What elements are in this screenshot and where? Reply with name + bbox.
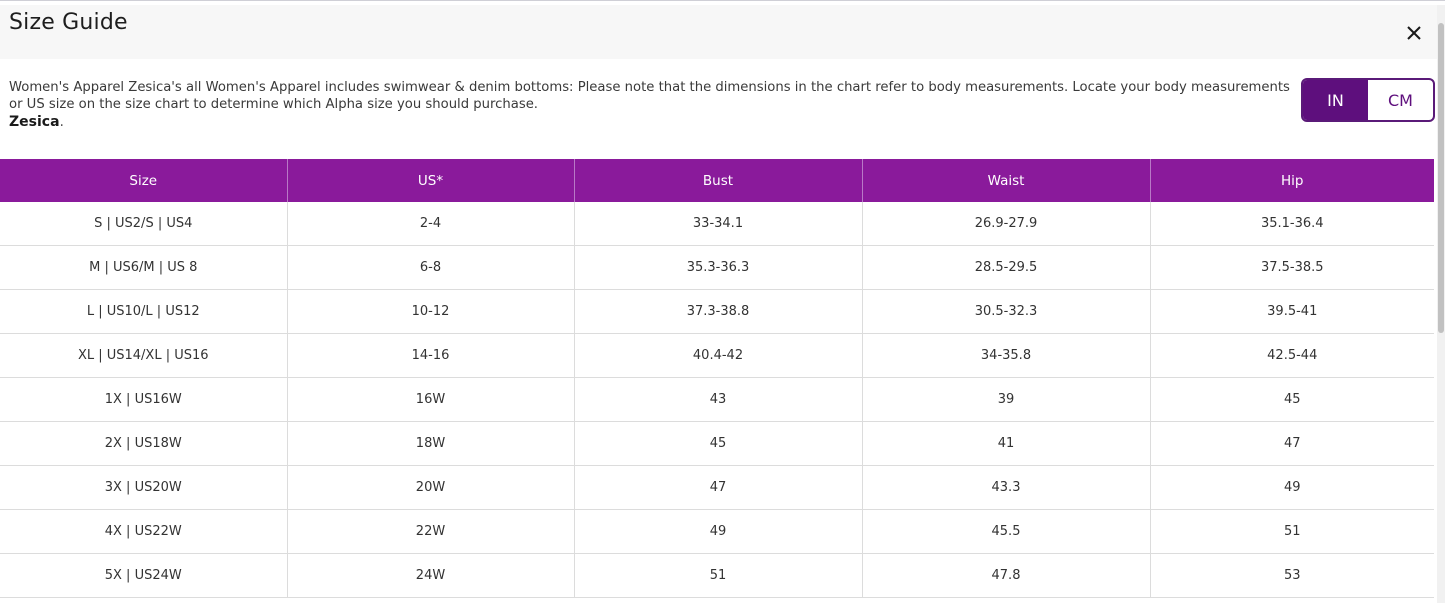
cell-us: 6-8: [287, 245, 575, 290]
cell-bust: 33-34.1: [574, 202, 863, 246]
cell-hip: 51: [1150, 509, 1434, 554]
cell-us: 22W: [287, 509, 575, 554]
modal-title: Size Guide: [9, 10, 128, 35]
table-row: 2X | US18W 18W 45 41 47: [0, 421, 1434, 466]
cell-waist: 28.5-29.5: [862, 245, 1151, 290]
table-header-row: Size US* Bust Waist Hip: [0, 159, 1434, 202]
cell-hip: 42.5-44: [1150, 333, 1434, 378]
modal-header: Size Guide: [0, 5, 1437, 59]
table-row: XL | US14/XL | US16 14-16 40.4-42 34-35.…: [0, 333, 1434, 378]
table-row: S | US2/S | US4 2-4 33-34.1 26.9-27.9 35…: [0, 202, 1434, 246]
cell-us: 2-4: [287, 202, 575, 246]
column-header-bust: Bust: [574, 159, 863, 202]
cell-us: 24W: [287, 553, 575, 598]
column-header-waist: Waist: [862, 159, 1151, 202]
cell-waist: 45.5: [862, 509, 1151, 554]
cell-hip: 35.1-36.4: [1150, 202, 1434, 246]
table-row: M | US6/M | US 8 6-8 35.3-36.3 28.5-29.5…: [0, 245, 1434, 290]
cell-us: 16W: [287, 377, 575, 422]
cell-us: 20W: [287, 465, 575, 510]
cell-waist: 43.3: [862, 465, 1151, 510]
cell-bust: 45: [574, 421, 863, 466]
cell-size: S | US2/S | US4: [0, 202, 288, 246]
cell-size: 1X | US16W: [0, 377, 288, 422]
unit-cm-button[interactable]: CM: [1368, 80, 1433, 120]
size-guide-description: Women's Apparel Zesica's all Women's App…: [9, 80, 1290, 112]
cell-size: 4X | US22W: [0, 509, 288, 554]
cell-hip: 37.5-38.5: [1150, 245, 1434, 290]
cell-size: L | US10/L | US12: [0, 289, 288, 334]
cell-bust: 51: [574, 553, 863, 598]
scrollbar-thumb[interactable]: [1438, 23, 1444, 333]
unit-in-button[interactable]: IN: [1303, 80, 1368, 120]
vertical-scrollbar[interactable]: [1437, 5, 1445, 603]
cell-waist: 41: [862, 421, 1151, 466]
cell-waist: 30.5-32.3: [862, 289, 1151, 334]
brand-label: Zesica: [9, 114, 60, 130]
cell-bust: 43: [574, 377, 863, 422]
cell-bust: 49: [574, 509, 863, 554]
cell-size: M | US6/M | US 8: [0, 245, 288, 290]
cell-hip: 49: [1150, 465, 1434, 510]
table-row: 1X | US16W 16W 43 39 45: [0, 377, 1434, 422]
cell-waist: 39: [862, 377, 1151, 422]
cell-size: 2X | US18W: [0, 421, 288, 466]
table-row: 3X | US20W 20W 47 43.3 49: [0, 465, 1434, 510]
cell-hip: 39.5-41: [1150, 289, 1434, 334]
column-header-size: Size: [0, 159, 288, 202]
table-row: L | US10/L | US12 10-12 37.3-38.8 30.5-3…: [0, 289, 1434, 334]
cell-us: 18W: [287, 421, 575, 466]
cell-bust: 37.3-38.8: [574, 289, 863, 334]
close-icon[interactable]: [1403, 22, 1425, 44]
cell-us: 10-12: [287, 289, 575, 334]
cell-us: 14-16: [287, 333, 575, 378]
cell-bust: 35.3-36.3: [574, 245, 863, 290]
cell-hip: 47: [1150, 421, 1434, 466]
size-chart-table: Size US* Bust Waist Hip S | US2/S | US4 …: [0, 159, 1434, 598]
cell-size: 5X | US24W: [0, 553, 288, 598]
unit-toggle: IN CM: [1301, 78, 1435, 122]
table-row: 5X | US24W 24W 51 47.8 53: [0, 553, 1434, 598]
cell-size: 3X | US20W: [0, 465, 288, 510]
cell-size: XL | US14/XL | US16: [0, 333, 288, 378]
column-header-hip: Hip: [1150, 159, 1434, 202]
cell-waist: 47.8: [862, 553, 1151, 598]
brand-name: Zesica.: [9, 114, 64, 130]
cell-hip: 45: [1150, 377, 1434, 422]
cell-waist: 26.9-27.9: [862, 202, 1151, 246]
brand-suffix: .: [59, 114, 64, 130]
cell-bust: 47: [574, 465, 863, 510]
column-header-us: US*: [287, 159, 575, 202]
cell-hip: 53: [1150, 553, 1434, 598]
cell-waist: 34-35.8: [862, 333, 1151, 378]
table-row: 4X | US22W 22W 49 45.5 51: [0, 509, 1434, 554]
cell-bust: 40.4-42: [574, 333, 863, 378]
